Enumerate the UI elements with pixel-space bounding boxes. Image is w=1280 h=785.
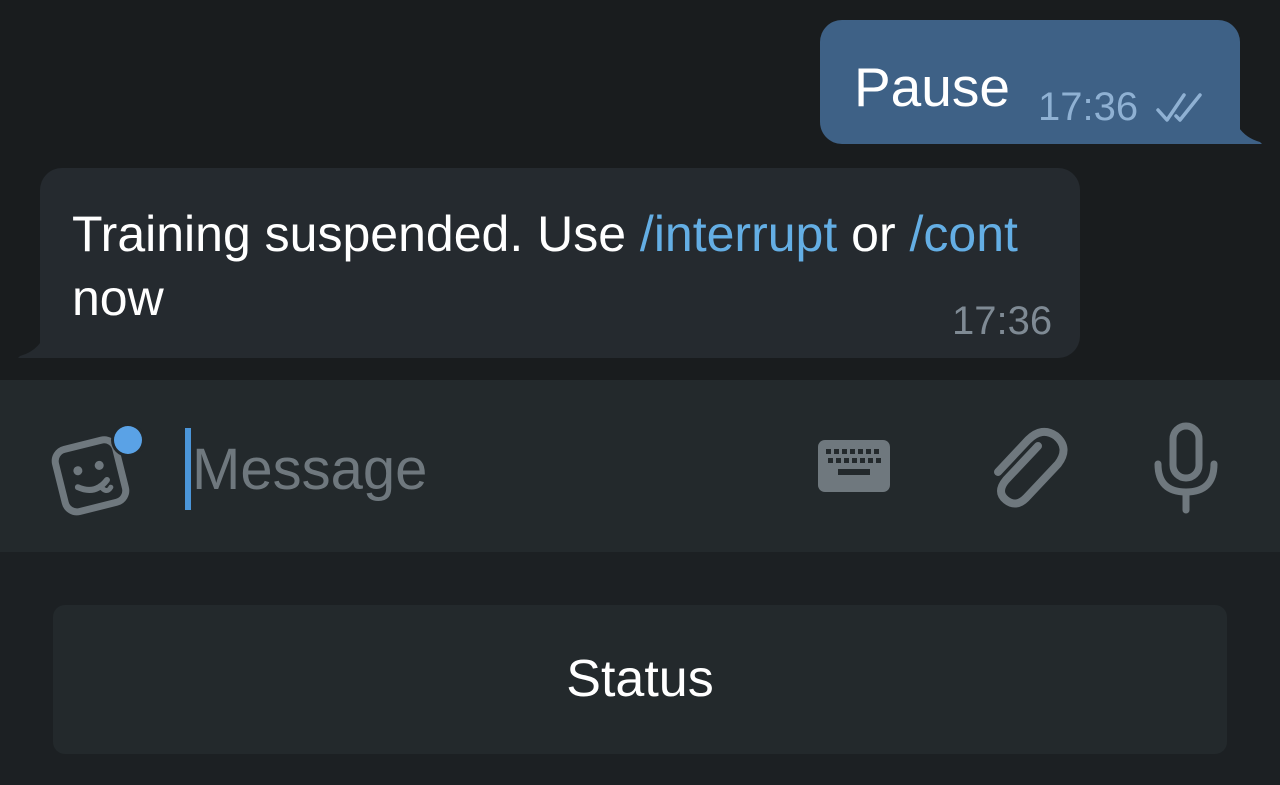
message-composer (0, 380, 1280, 552)
chat-screen: Pause 17:36 Training suspended. Use /int… (0, 0, 1280, 785)
incoming-text-part: now (72, 270, 164, 326)
incoming-text-part: or (837, 206, 910, 262)
outgoing-message-time: 17:36 (1038, 85, 1139, 129)
cont-command-link[interactable]: /cont (910, 206, 1018, 262)
text-cursor (185, 428, 191, 510)
incoming-text-part: Training suspended. Use (72, 206, 640, 262)
paperclip-icon[interactable] (982, 420, 1068, 510)
sticker-icon[interactable] (48, 422, 148, 522)
incoming-message-time: 17:36 (952, 299, 1053, 343)
microphone-icon[interactable] (1150, 422, 1222, 514)
keyboard-icon[interactable] (816, 438, 892, 494)
double-check-icon (1156, 93, 1202, 122)
bot-reply-keyboard: Status (0, 552, 1280, 785)
interrupt-command-link[interactable]: /interrupt (640, 206, 837, 262)
message-input[interactable] (192, 434, 792, 504)
incoming-message-text: Training suspended. Use /interrupt or /c… (72, 202, 1072, 330)
outgoing-message[interactable]: Pause 17:36 (820, 20, 1240, 144)
outgoing-message-text: Pause (854, 56, 1010, 118)
incoming-message[interactable]: Training suspended. Use /interrupt or /c… (40, 168, 1080, 358)
status-button[interactable]: Status (53, 605, 1227, 754)
message-list[interactable]: Pause 17:36 Training suspended. Use /int… (0, 0, 1280, 380)
